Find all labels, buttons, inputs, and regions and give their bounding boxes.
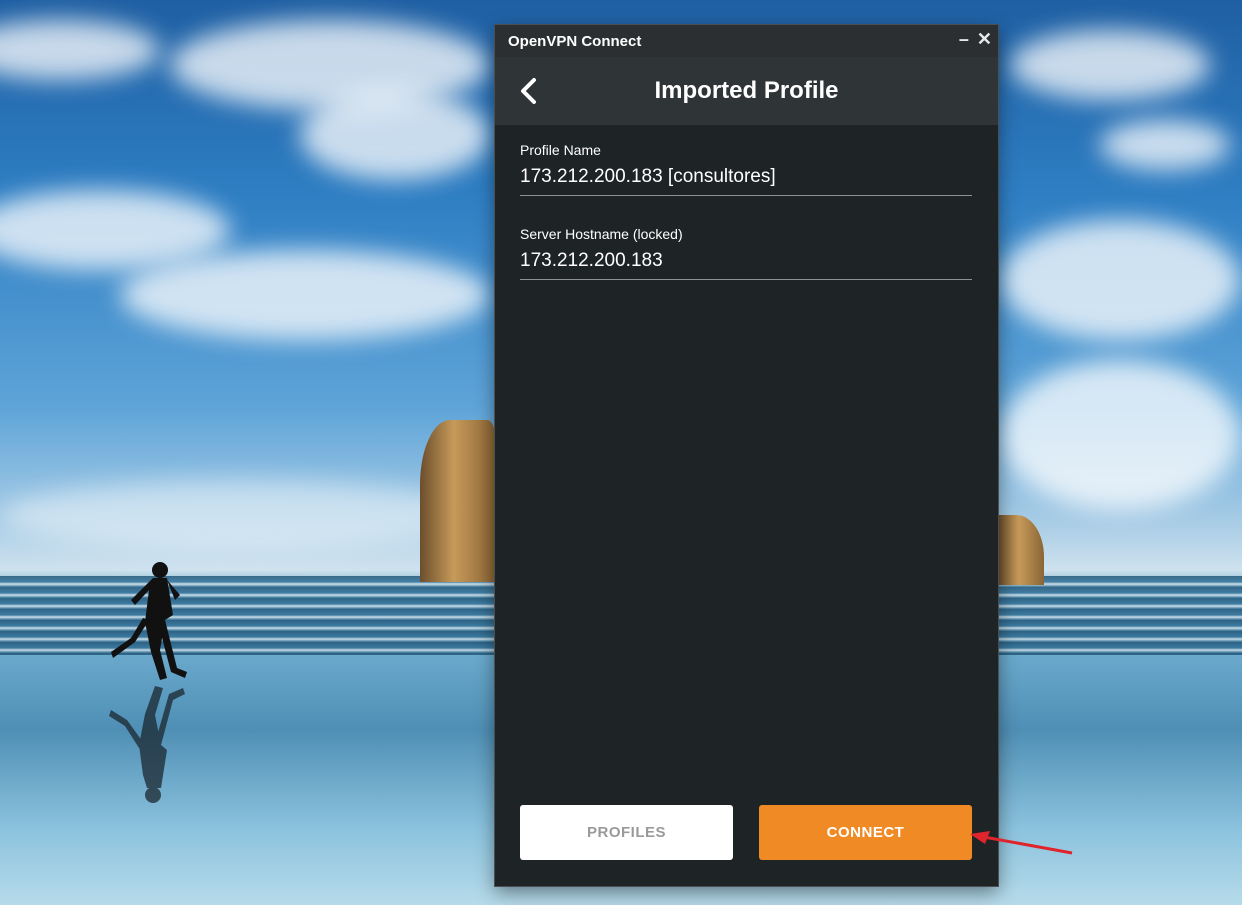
profile-name-input[interactable]: 173.212.200.183 [consultores] xyxy=(520,166,972,196)
minimize-button[interactable]: – xyxy=(959,29,969,49)
page-header: Imported Profile xyxy=(495,57,998,125)
back-chevron-icon[interactable] xyxy=(517,77,541,105)
runner-silhouette xyxy=(109,562,187,803)
page-title: Imported Profile xyxy=(654,77,839,104)
server-hostname-label: Server Hostname (locked) xyxy=(520,226,683,242)
connect-button[interactable]: CONNECT xyxy=(759,805,972,860)
profiles-button[interactable]: PROFILES xyxy=(520,805,733,860)
profile-name-field[interactable]: Profile Name 173.212.200.183 [consultore… xyxy=(520,142,972,196)
profile-form: Profile Name 173.212.200.183 [consultore… xyxy=(495,125,998,280)
title-bar[interactable]: OpenVPN Connect – ✕ xyxy=(495,25,998,57)
openvpn-window: OpenVPN Connect – ✕ Imported Profile Pro… xyxy=(495,25,998,886)
annotation-arrow-icon xyxy=(970,831,1073,855)
profile-name-label: Profile Name xyxy=(520,142,601,158)
window-title: OpenVPN Connect xyxy=(508,32,642,50)
server-hostname-field: Server Hostname (locked) 173.212.200.183 xyxy=(520,226,972,280)
close-button[interactable]: ✕ xyxy=(977,29,992,49)
server-hostname-value: 173.212.200.183 xyxy=(520,250,972,280)
action-buttons: PROFILES CONNECT xyxy=(520,805,972,860)
